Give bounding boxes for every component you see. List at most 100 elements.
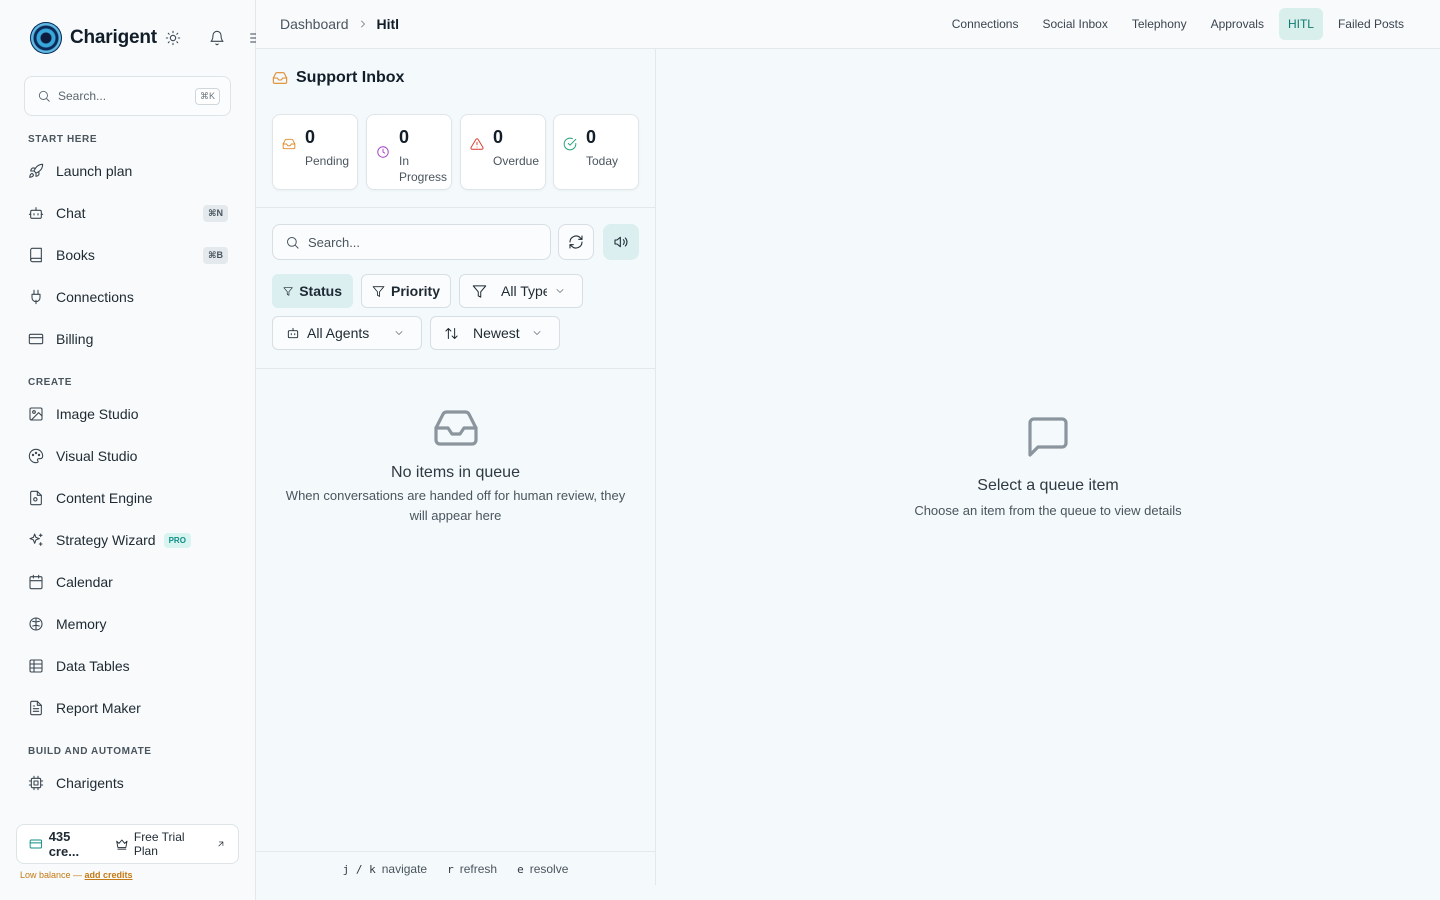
priority-filter-button[interactable]: Priority: [361, 274, 451, 308]
sidebar-item-charigents[interactable]: Charigents: [28, 769, 228, 797]
sidebar-item-billing[interactable]: Billing: [28, 325, 228, 353]
stat-overdue[interactable]: 0 Overdue: [460, 114, 546, 190]
stat-value: 0: [493, 127, 504, 147]
stat-value: 0: [399, 127, 410, 147]
status-filter-button[interactable]: Status: [272, 274, 353, 308]
sidebar-item-label: Charigents: [56, 775, 124, 791]
clock-icon: [377, 146, 389, 158]
sidebar-item-strategy-wizard[interactable]: Strategy Wizard PRO: [28, 526, 228, 554]
agents-filter-select[interactable]: All Agents: [272, 316, 422, 350]
tab-approvals[interactable]: Approvals: [1199, 8, 1276, 40]
stat-pending[interactable]: 0 Pending: [272, 114, 358, 190]
queue-search-input[interactable]: Search...: [272, 224, 551, 260]
tab-social-inbox[interactable]: Social Inbox: [1030, 8, 1119, 40]
stat-in-progress[interactable]: 0 In Progress: [366, 114, 452, 190]
section-create: CREATE: [28, 377, 72, 388]
divider: [256, 207, 655, 208]
filter-icon: [283, 286, 293, 296]
menu-icon[interactable]: [248, 30, 256, 46]
plug-icon: [31, 289, 41, 305]
credit-card-icon: [29, 839, 43, 849]
stat-label: Today: [586, 154, 619, 168]
inbox-title-text: Support Inbox: [296, 69, 405, 86]
sidebar-item-content-engine[interactable]: Content Engine: [28, 484, 228, 512]
sidebar-item-label: Visual Studio: [56, 448, 138, 464]
sidebar-item-label: Books: [56, 247, 95, 263]
filter-icon: [372, 285, 385, 297]
sidebar-item-calendar[interactable]: Calendar: [28, 568, 228, 596]
credit-card-icon: [28, 333, 44, 345]
refresh-button[interactable]: [558, 224, 594, 260]
shortcut-label: refresh: [459, 861, 498, 876]
books-shortcut: ⌘B: [203, 246, 228, 264]
empty-queue-text: When conversations are handed off for hu…: [285, 488, 626, 523]
tab-failed-posts[interactable]: Failed Posts: [1326, 8, 1416, 40]
sidebar: Charigent Search... ⌘K START HERE Launch…: [0, 0, 256, 900]
sidebar-item-visual-studio[interactable]: Visual Studio: [28, 442, 228, 470]
bot-icon: [28, 207, 44, 219]
sidebar-item-chat[interactable]: Chat ⌘N: [28, 199, 228, 227]
sidebar-item-report-maker[interactable]: Report Maker: [28, 694, 228, 722]
agents-filter-value: All Agents: [307, 325, 370, 341]
chevron-right-icon: [357, 18, 369, 30]
stat-label: Pending: [305, 154, 350, 168]
chevron-down-icon: [533, 331, 541, 335]
tab-hitl[interactable]: HITL: [1278, 8, 1323, 40]
stat-today[interactable]: 0 Today: [553, 114, 639, 190]
sidebar-item-data-tables[interactable]: Data Tables: [28, 652, 228, 680]
inbox-icon: [282, 138, 296, 150]
sidebar-search[interactable]: Search... ⌘K: [24, 76, 231, 116]
breadcrumb-dashboard[interactable]: Dashboard: [280, 16, 349, 32]
sidebar-item-launch-plan[interactable]: Launch plan: [28, 157, 228, 185]
add-credits-link[interactable]: add credits: [85, 870, 133, 880]
rocket-icon: [29, 163, 44, 178]
shortcut-label: resolve: [529, 861, 569, 876]
search-placeholder: Search...: [58, 89, 107, 103]
keyboard-shortcuts-bar: j / k navigate r refresh e resolve: [256, 851, 655, 885]
section-build-and-automate: BUILD AND AUTOMATE: [28, 746, 152, 757]
status-filter-label: Status: [299, 283, 342, 299]
low-balance-text: Low balance —: [20, 870, 85, 880]
logo-icon: [30, 22, 62, 54]
sun-icon[interactable]: [165, 30, 181, 46]
sidebar-item-label: Image Studio: [56, 406, 139, 422]
credits-box[interactable]: 435 cre... Free Trial Plan: [16, 824, 239, 864]
detail-empty-text: Choose an item from the queue to view de…: [914, 503, 1182, 518]
low-balance-notice: Low balance — add credits: [20, 870, 133, 880]
credits-amount: 435 cre...: [48, 829, 80, 859]
header-tabs: Connections Social Inbox Telephony Appro…: [940, 8, 1416, 40]
support-inbox-panel: Support Inbox 0 Pending 0 In Progress 0 …: [256, 49, 656, 885]
search-icon: [287, 236, 299, 249]
brand[interactable]: Charigent: [30, 22, 157, 54]
volume-icon: [614, 236, 628, 248]
sidebar-item-label: Data Tables: [56, 658, 130, 674]
sort-select[interactable]: Newest: [430, 316, 560, 350]
image-icon: [29, 407, 43, 421]
sidebar-item-label: Launch plan: [56, 163, 133, 179]
empty-queue-state: No items in queue When conversations are…: [256, 404, 655, 526]
stat-label: Overdue: [493, 154, 540, 168]
chevron-down-icon: [395, 331, 403, 335]
type-filter-select[interactable]: All Type: [459, 274, 583, 308]
inbox-icon: [433, 410, 478, 446]
sidebar-item-books[interactable]: Books ⌘B: [28, 241, 228, 269]
sidebar-item-image-studio[interactable]: Image Studio: [28, 400, 228, 428]
sidebar-item-label: Strategy Wizard: [56, 532, 156, 548]
sidebar-item-memory[interactable]: Memory: [28, 610, 228, 638]
sidebar-item-label: Chat: [56, 205, 86, 221]
tab-telephony[interactable]: Telephony: [1120, 8, 1199, 40]
cpu-icon: [28, 775, 44, 791]
sound-toggle-button[interactable]: [603, 224, 639, 260]
sidebar-item-label: Content Engine: [56, 490, 153, 506]
sidebar-item-label: Calendar: [56, 574, 113, 590]
shortcut-label: navigate: [381, 861, 428, 876]
sidebar-item-connections[interactable]: Connections: [28, 283, 228, 311]
brain-icon: [29, 617, 43, 631]
check-circle-icon: [563, 137, 577, 151]
breadcrumb-current: Hitl: [376, 16, 400, 32]
inbox-title: Support Inbox: [272, 69, 404, 87]
bell-icon[interactable]: [209, 30, 225, 46]
breadcrumb: Dashboard Hitl: [280, 16, 399, 32]
tab-connections[interactable]: Connections: [940, 8, 1031, 40]
pro-badge: PRO: [163, 532, 191, 548]
